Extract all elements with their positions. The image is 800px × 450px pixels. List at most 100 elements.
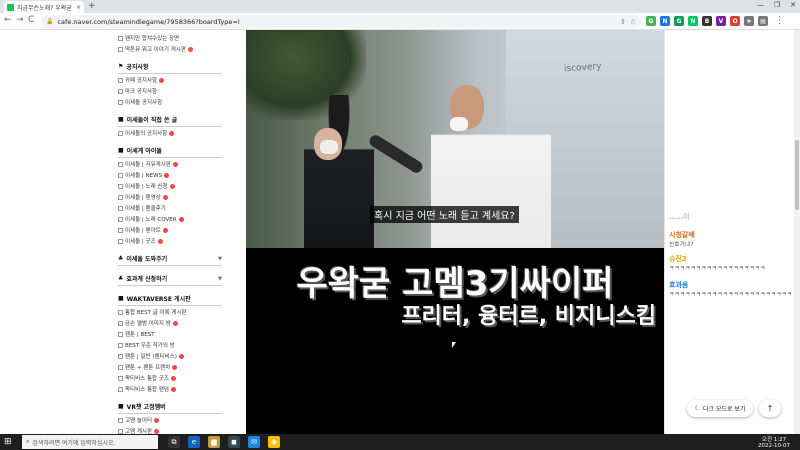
windows-start-icon[interactable]: ⊞ [4,437,12,447]
extension-icon[interactable]: N [688,16,698,26]
new-post-badge-icon [162,194,168,200]
share-icon[interactable]: ⇪ [620,18,626,26]
chat-message: 효과음 ㅋㅋㅋㅋㅋㅋㅋㅋㅋㅋㅋㅋㅋㅋㅋㅋㅋㅋㅋㅋㅋㅋㅋㅋㅋㅋㅋㅋㅋㅋㅋㅋㅋㅋㅋㅋㅋ… [669,280,793,298]
board-label: 이세돌 | 팬영상 [125,195,161,201]
taskbar-app-icon[interactable]: ▆ [208,436,220,448]
section-title: WAKTAVERSE 게시판 [126,296,191,303]
extension-icon[interactable]: G [674,16,684,26]
taskbar-app-icon[interactable]: ✉ [248,436,260,448]
close-window-button[interactable]: ✕ [790,1,796,9]
forward-button[interactable]: → [16,15,24,25]
sidebar-board-link[interactable]: 이세돌 | 팬영상 [118,193,168,201]
maximize-button[interactable]: ❐ [774,1,780,9]
section-icon: ■ [118,147,124,154]
extension-icon[interactable]: B [702,16,712,26]
board-icon [118,205,123,211]
section-title: 이세계 아이돌 [126,148,162,155]
sidebar-board-link[interactable]: 이세돌 공지사항 [118,98,162,106]
new-post-badge-icon [169,130,175,136]
extension-icon[interactable]: O [730,16,740,26]
browser-menu-icon[interactable]: ⋮ [775,16,784,26]
new-post-badge-icon [154,428,160,434]
chat-nickname[interactable]: 슈진2 [669,254,793,264]
sidebar-board-link[interactable]: 이세돌 | 노래 COVER [118,215,184,223]
search-icon: ⌕ [26,438,30,445]
board-icon [118,417,123,423]
new-post-badge-icon [170,386,176,392]
chat-scrollbar[interactable] [794,30,800,434]
extension-icon[interactable]: N [660,16,670,26]
sidebar-board-link[interactable]: 이세돌 | 팬아트 [118,226,168,234]
taskbar-app-icon[interactable]: ◉ [268,436,280,448]
board-icon [118,77,123,83]
sidebar-board-link[interactable]: 팍티비스 통합 굿즈 [118,374,176,382]
board-icon [118,375,123,381]
taskbar-app-icon[interactable]: ◼ [228,436,240,448]
sidebar-board-link[interactable]: 통합 BEST 글 이록 게시판 [118,308,187,316]
new-tab-button[interactable]: + [88,1,96,11]
sidebar-board-link[interactable]: 왠지만 합쳐수있는 장면 [118,34,179,42]
bookmark-star-icon[interactable]: ☆ [630,18,636,26]
board-icon [118,99,123,105]
board-label: 팍티비스 통합 굿즈 [125,376,169,382]
video-player[interactable]: iscovery 혹시 지금 어떤 노래 듣고 계세요? 우왁굳 고멤3기싸이퍼… [246,30,664,434]
board-icon [118,320,123,326]
interviewer-figure [431,85,551,248]
new-post-badge-icon [172,364,178,370]
extension-icon[interactable]: ★ [744,16,754,26]
reload-button[interactable]: C [28,15,34,25]
sidebar-board-link[interactable]: 이세돌 | 노래 신청 [118,182,175,190]
sidebar-board-link[interactable]: 이세돌 | 팬클후기 [118,204,166,212]
sidebar-board-link[interactable]: BEST 우준 작가의 방 [118,341,175,349]
chevron-down-icon[interactable]: ▼ [218,276,222,282]
sidebar-board-link[interactable]: 금손 앨범 이미지 방 [118,319,178,327]
tab-close-icon[interactable]: × [76,4,81,11]
system-clock[interactable]: 오전 1:27 2022-10-07 [758,435,790,449]
chat-nickname[interactable]: 효과음 [669,280,793,290]
browser-tab[interactable]: 지금무슨노래? 우왁굳 고멤 × [4,1,84,13]
extension-icon[interactable]: V [716,16,726,26]
sidebar-section-header[interactable]: ♣ 효과계 신청하기 ▼ [118,274,222,286]
board-label: 이세돌의 공지사항 [125,131,168,137]
board-icon [118,227,123,233]
sidebar-board-link[interactable]: 팬툰 | BEST [118,330,155,338]
sidebar-board-link[interactable]: 팬툰 + 팬툰 프랜차 [118,363,178,371]
sidebar-section-header: ■ 이세돌이 직접 쓴 글 [118,115,222,127]
dark-mode-button[interactable]: ☾ 다크 모드로 보기 [687,400,753,417]
cafe-sidebar-menu: 왠지만 합쳐수있는 장면 딱튼뮤 뭐고 이야기 게시판 ⚑ 공지사항 카페 공지사항 마크… [116,30,228,434]
scrollbar-thumb[interactable] [795,140,799,210]
back-button[interactable]: ← [4,15,12,25]
chat-nickname[interactable]: 시청갈배 [669,230,793,240]
sidebar-board-link[interactable]: 딱튼뮤 뭐고 이야기 게시판 [118,45,193,53]
sidebar-board-link[interactable]: 카페 공지사항 [118,76,165,84]
minimize-button[interactable]: — [757,1,764,9]
sidebar-board-link[interactable]: 이세돌 | NEWS [118,171,170,179]
extension-icon[interactable]: ▤ [758,16,768,26]
taskbar-app-icon[interactable]: e [188,436,200,448]
clock-date: 2022-10-07 [758,443,790,449]
section-title: 효과계 신청하기 [126,276,168,283]
sidebar-board-link[interactable]: 팬툰 | 일반 (팬티비스) [118,352,184,360]
chat-nickname[interactable]: ……이 [669,212,793,222]
sidebar-board-link[interactable]: 이세돌의 공지사항 [118,129,175,137]
sidebar-board-link[interactable]: 마크 공지사항 [118,87,157,95]
sidebar-board-link[interactable]: 고멤 놀이터 [118,416,160,424]
woman-figure [304,95,374,248]
taskbar-app-icon[interactable]: ⧉ [168,436,180,448]
sidebar-board-link[interactable]: 이세돌 | 자유게시판 [118,160,178,168]
extension-icon[interactable]: G [646,16,656,26]
board-icon [118,46,123,52]
section-title: 공지사항 [126,64,149,71]
scroll-top-button[interactable]: ↑ [759,400,781,417]
windows-taskbar: ⊞ ⌕ 검색하려면 여기에 입력하십시오. ⧉ e ▆ ◼ ✉ ◉ 오전 1:27 202… [0,434,800,450]
sidebar-board-link[interactable]: 고멤 게시판 [118,427,160,434]
board-icon [118,172,123,178]
url-text[interactable]: cafe.naver.com/steamindiegame/7958366?bo… [57,18,615,26]
sidebar-board-link[interactable]: 팍티비스 통합 팬덤 [118,385,176,393]
moon-icon: ☾ [694,405,700,412]
address-bar[interactable]: 🔒 cafe.naver.com/steamindiegame/7958366?… [41,15,641,28]
sidebar-board-link[interactable]: 이세돌 | 굿즈 [118,237,163,245]
taskbar-search-box[interactable]: ⌕ 검색하려면 여기에 입력하십시오. [22,435,158,449]
sidebar-section-header[interactable]: ♣ 이세돌 도와주기 ▼ [118,254,222,266]
chevron-down-icon[interactable]: ▼ [218,256,222,262]
